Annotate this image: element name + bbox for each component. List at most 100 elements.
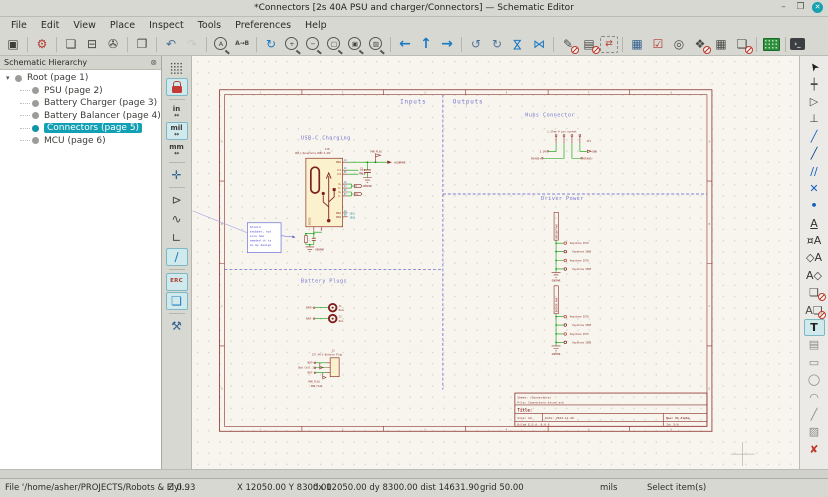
nav-back-button[interactable]: ←: [395, 35, 415, 54]
open-pcb-editor-button[interactable]: [761, 35, 781, 54]
hubs-connector[interactable]: 1.27mm 4 pin socket J11 3.3V GND RS485+ …: [531, 129, 597, 160]
battery-plugs[interactable]: BAT+ J1 Bat+ BAT- J2 Bat- J3 JST XH-3 Ba…: [298, 304, 345, 388]
print-button[interactable]: ⊟: [82, 35, 102, 54]
usb-receptacle-symbol[interactable]: J10 USB_C_Receptacle_USB2.0_16P A4 A5 B5: [295, 147, 348, 231]
schematic-canvas[interactable]: 112233445566AABBCCDD Inputs Outputs USB-…: [192, 56, 799, 469]
arc-tool[interactable]: ◠: [804, 388, 825, 405]
menu-file[interactable]: File: [4, 20, 34, 31]
unit-mils-button[interactable]: mil: [166, 122, 188, 140]
panel-close-icon[interactable]: ⊗: [150, 58, 157, 67]
menu-preferences[interactable]: Preferences: [228, 20, 298, 31]
menu-tools[interactable]: Tools: [191, 20, 228, 31]
plot-button[interactable]: ✇: [103, 35, 123, 54]
rotate-cw-button[interactable]: ↻: [487, 35, 507, 54]
junction-tool[interactable]: •: [804, 197, 825, 214]
crosshair-cursor-button[interactable]: ✛: [166, 166, 188, 184]
net-label-tool[interactable]: A: [804, 215, 825, 232]
import-sheet-pin-tool[interactable]: A❏: [804, 301, 825, 318]
menu-edit[interactable]: Edit: [34, 20, 66, 31]
sidebar-item-battery-balancer[interactable]: Battery Balancer (page 4): [0, 110, 161, 123]
sidebar-item-psu[interactable]: PSU (page 2): [0, 85, 161, 98]
assign-footprints-button[interactable]: ❖: [690, 35, 710, 54]
hierarchy-navigator-button[interactable]: ❏: [166, 292, 188, 310]
wire-to-bus-entry-tool[interactable]: ∕∕: [804, 162, 825, 179]
zoom-objects-button[interactable]: ▣: [345, 35, 365, 54]
menu-help[interactable]: Help: [298, 20, 334, 31]
driver-power-group-2[interactable]: [552, 286, 592, 356]
hv-wire-button[interactable]: ∟: [166, 229, 188, 247]
save-button[interactable]: ▣: [3, 35, 23, 54]
paste-button[interactable]: ❐: [132, 35, 152, 54]
maximize-button[interactable]: ❐: [795, 2, 806, 13]
schematic-note[interactable]: Shield snubber, not sure how needed it i…: [193, 211, 296, 253]
bom-button[interactable]: ▦: [711, 35, 731, 54]
place-sheet-tool[interactable]: ❏: [804, 284, 825, 301]
net-class-directive-tool[interactable]: ¤A: [804, 232, 825, 249]
sidebar-item-mcu[interactable]: MCU (page 6): [0, 135, 161, 148]
zoom-in-button[interactable]: +: [282, 35, 302, 54]
nav-forward-button[interactable]: →: [437, 35, 457, 54]
scripting-console-button[interactable]: ›_: [790, 38, 805, 50]
delete-tool[interactable]: ✘: [804, 441, 825, 458]
menu-inspect[interactable]: Inspect: [142, 20, 191, 31]
toggle-grid-button[interactable]: [166, 59, 188, 77]
driver-power-group-1[interactable]: DRIVER_PWR Keystone 3570 Keystone 3580 K…: [552, 212, 592, 282]
no-connect-tool[interactable]: ✕: [804, 180, 825, 197]
wire-45-button[interactable]: ∕: [166, 248, 188, 266]
mirror-horizontal-button[interactable]: ⋈: [529, 35, 549, 54]
annotate-button[interactable]: ✎: [558, 35, 578, 54]
global-label-tool[interactable]: ◇A: [804, 249, 825, 266]
minimize-button[interactable]: –: [778, 2, 789, 13]
find-button[interactable]: A: [211, 35, 231, 54]
show-hidden-pins-button[interactable]: ⊳: [166, 191, 188, 209]
draw-bus-tool[interactable]: ╱: [804, 145, 825, 162]
run-erc-button[interactable]: ▤: [579, 35, 599, 54]
draw-wire-tool[interactable]: ╱: [804, 128, 825, 145]
rectangle-tool[interactable]: ▭: [804, 354, 825, 371]
nav-up-button[interactable]: ↑: [416, 35, 436, 54]
schematic-sheet[interactable]: 112233445566AABBCCDD Inputs Outputs USB-…: [192, 56, 799, 469]
annotation-checklist-button[interactable]: ☑: [648, 35, 668, 54]
schematic-setup-button[interactable]: ⚙: [32, 35, 52, 54]
find-replace-button[interactable]: A→B: [232, 35, 252, 54]
zoom-fit-button[interactable]: □: [324, 35, 344, 54]
hierarchical-label-tool[interactable]: A◇: [804, 267, 825, 284]
sidebar-item-connectors[interactable]: Connectors (page 5): [0, 122, 161, 135]
redo-button[interactable]: ↷: [182, 35, 202, 54]
expander-icon[interactable]: ▾: [6, 74, 15, 82]
undo-button[interactable]: ↶: [161, 35, 181, 54]
rotate-ccw-button[interactable]: ↺: [466, 35, 486, 54]
title-block[interactable]: Sheet: /Connectors/ File: Connectors.kic…: [515, 393, 707, 426]
sync-symbols-button[interactable]: ⇄: [600, 36, 618, 53]
page-settings-button[interactable]: ❏: [61, 35, 81, 54]
menu-view[interactable]: View: [66, 20, 103, 31]
refresh-button[interactable]: ↻: [261, 35, 281, 54]
symbol-fields-table-button[interactable]: ▦: [627, 35, 647, 54]
place-power-port-tool[interactable]: ⊥: [804, 110, 825, 127]
unit-mm-button[interactable]: mm: [166, 141, 188, 159]
sidebar-item-root[interactable]: ▾Root (page 1): [0, 72, 161, 85]
toolbar-separator: [169, 313, 185, 314]
unit-inches-button[interactable]: in: [166, 103, 188, 121]
properties-panel-button[interactable]: ⚒: [166, 317, 188, 335]
mirror-vertical-button[interactable]: ⋈: [509, 34, 528, 54]
close-button[interactable]: ✕: [812, 2, 823, 13]
zoom-selection-button[interactable]: ▨: [366, 35, 386, 54]
sidebar-item-battery-charger[interactable]: Battery Charger (page 3): [0, 97, 161, 110]
line-tool[interactable]: ╱: [804, 406, 825, 423]
image-tool[interactable]: ▨: [804, 423, 825, 440]
text-tool[interactable]: T: [804, 319, 825, 336]
text-box-tool[interactable]: ▤: [804, 336, 825, 353]
svg-text:BAT-: BAT-: [308, 371, 315, 375]
zoom-out-button[interactable]: −: [303, 35, 323, 54]
highlight-net-tool[interactable]: ┿: [804, 75, 825, 92]
bottom-gutter: [0, 469, 828, 478]
circle-tool[interactable]: ◯: [804, 371, 825, 388]
place-symbol-tool[interactable]: ▷: [804, 93, 825, 110]
simulator-button[interactable]: ◎: [669, 35, 689, 54]
grid-overrides-button[interactable]: [166, 78, 188, 96]
export-netlist-button[interactable]: ❏: [732, 35, 752, 54]
free-angle-wire-button[interactable]: ∿: [166, 210, 188, 228]
show-erc-markers-button[interactable]: ERC: [166, 273, 188, 291]
menu-place[interactable]: Place: [103, 20, 142, 31]
